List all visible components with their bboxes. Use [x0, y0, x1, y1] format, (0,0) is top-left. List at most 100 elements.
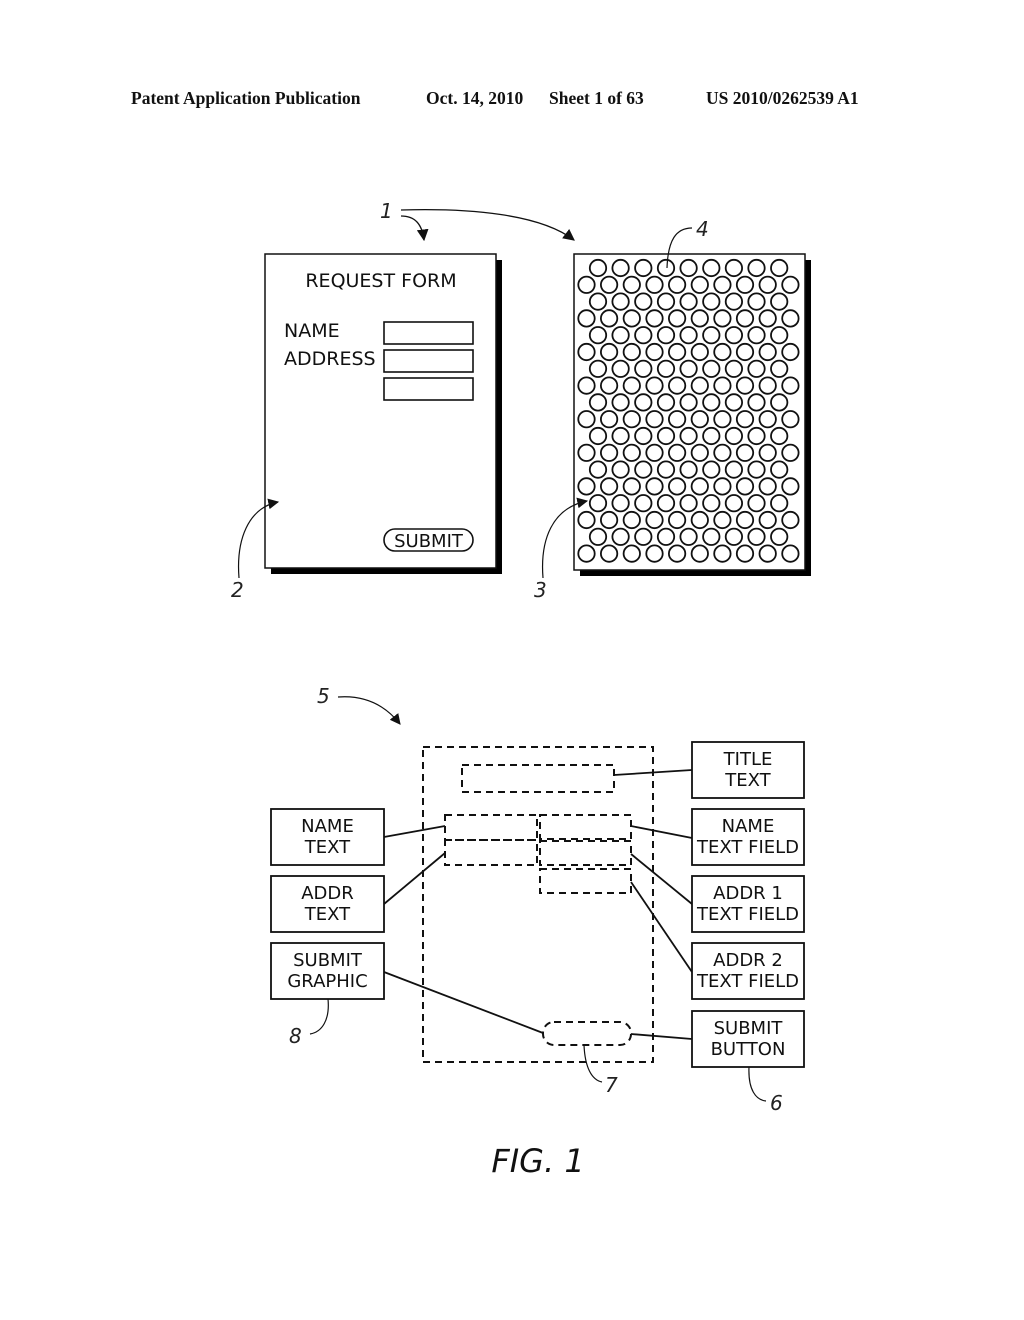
- connector-lines: [383, 769, 693, 1040]
- tag-circle: [679, 326, 698, 345]
- tag-circle: [667, 275, 687, 294]
- tag-circle: [679, 426, 698, 446]
- tag-circle: [634, 494, 653, 513]
- tag-circle: [724, 527, 744, 546]
- tag-circle: [770, 292, 789, 311]
- tag-circle: [781, 544, 800, 563]
- box-label-line2: BUTTON: [711, 1039, 786, 1060]
- tag-circle: [645, 410, 664, 429]
- tag-circle: [622, 410, 641, 429]
- leader-5: [337, 696, 401, 725]
- tag-circle: [747, 326, 766, 345]
- tag-circle: [724, 426, 744, 446]
- tag-circle: [634, 258, 653, 278]
- ref-numeral-4: 4: [696, 217, 709, 241]
- layout-page-outline: [422, 746, 654, 1063]
- tag-circle: [724, 393, 744, 412]
- tag-circle: [679, 527, 698, 546]
- tag-circle: [645, 443, 664, 462]
- tag-circle: [747, 460, 766, 479]
- tag-circle: [735, 410, 755, 429]
- tag-circle: [735, 544, 755, 563]
- tag-circle: [735, 275, 755, 294]
- tag-circle: [702, 359, 721, 378]
- tag-circle: [611, 258, 630, 278]
- tag-circle: [634, 527, 653, 546]
- tag-circle: [713, 477, 732, 496]
- tag-circle: [690, 410, 709, 429]
- figure-caption: FIG. 1: [491, 1142, 584, 1180]
- box-addr1-text-field: ADDR 1 TEXT FIELD: [691, 875, 805, 933]
- tag-circle: [679, 460, 698, 479]
- left-label-boxes: NAME TEXT ADDR TEXT SUBMIT GRAPHIC: [270, 808, 385, 1000]
- form-name-field: [383, 321, 474, 345]
- tag-circle: [667, 376, 687, 395]
- box-addr2-text-field: ADDR 2 TEXT FIELD: [691, 942, 805, 1000]
- tag-circle: [622, 376, 641, 395]
- tag-circle: [577, 410, 596, 429]
- tag-circle: [656, 527, 676, 546]
- tag-circle: [758, 275, 777, 294]
- leader-6: [748, 1066, 767, 1102]
- tag-circle: [656, 258, 676, 278]
- box-title-text: TITLE TEXT: [691, 741, 805, 799]
- tag-circle: [622, 510, 641, 530]
- tag-circle: [645, 342, 664, 362]
- tag-circle: [599, 443, 619, 462]
- tag-circle: [656, 494, 676, 513]
- tag-circle: [702, 527, 721, 546]
- tag-circle: [713, 309, 732, 328]
- tag-circle: [713, 410, 732, 429]
- tag-layer: [573, 253, 811, 576]
- tag-circle: [634, 359, 653, 378]
- tag-circle: [702, 426, 721, 446]
- ref-numeral-8: 8: [289, 1024, 302, 1048]
- submit-zone: [542, 1021, 632, 1046]
- tag-circle: [758, 510, 777, 530]
- tag-circle: [770, 494, 789, 513]
- tag-circle: [747, 393, 766, 412]
- tag-circle: [645, 275, 664, 294]
- tag-circle: [577, 376, 596, 395]
- figure-1: 1 REQUEST FORM NAME ADDRESS SUBMIT 2 4 3…: [231, 199, 811, 1180]
- tag-circle: [724, 494, 744, 513]
- tag-circle: [634, 460, 653, 479]
- tag-circle: [758, 410, 777, 429]
- box-name-text-field: NAME TEXT FIELD: [691, 808, 805, 866]
- title-zone: [461, 764, 615, 793]
- tag-circle: [667, 342, 687, 362]
- tag-circle: [634, 426, 653, 446]
- tag-circle: [588, 460, 608, 479]
- tag-circle: [656, 460, 676, 479]
- tag-circle: [724, 326, 744, 345]
- tag-circle: [781, 510, 800, 530]
- tag-circle: [611, 393, 630, 412]
- tag-circle: [588, 359, 608, 378]
- form-page: [264, 253, 497, 569]
- tag-circle: [735, 342, 755, 362]
- tag-circle: [622, 544, 641, 563]
- ref-numeral-5: 5: [317, 684, 330, 708]
- tag-circle: [611, 292, 630, 311]
- tag-circle: [735, 510, 755, 530]
- form-label-name: NAME: [284, 320, 340, 342]
- tag-circle: [747, 527, 766, 546]
- tag-circle: [690, 275, 709, 294]
- tag-circle: [679, 494, 698, 513]
- tag-circle: [667, 443, 687, 462]
- box-label-line2: TEXT: [304, 904, 351, 925]
- tag-circle: [690, 443, 709, 462]
- form-title: REQUEST FORM: [305, 270, 456, 292]
- tag-circle: [758, 376, 777, 395]
- tag-circle: [577, 443, 596, 462]
- tag-circle: [577, 477, 596, 496]
- box-label-line2: TEXT FIELD: [696, 904, 799, 925]
- tag-circle: [622, 342, 641, 362]
- tag-circle: [611, 527, 630, 546]
- tag-circle: [735, 477, 755, 496]
- tag-circle: [588, 258, 608, 278]
- tag-circle: [634, 292, 653, 311]
- tag-circle: [645, 376, 664, 395]
- tag-circle: [656, 326, 676, 345]
- tag-circle: [713, 443, 732, 462]
